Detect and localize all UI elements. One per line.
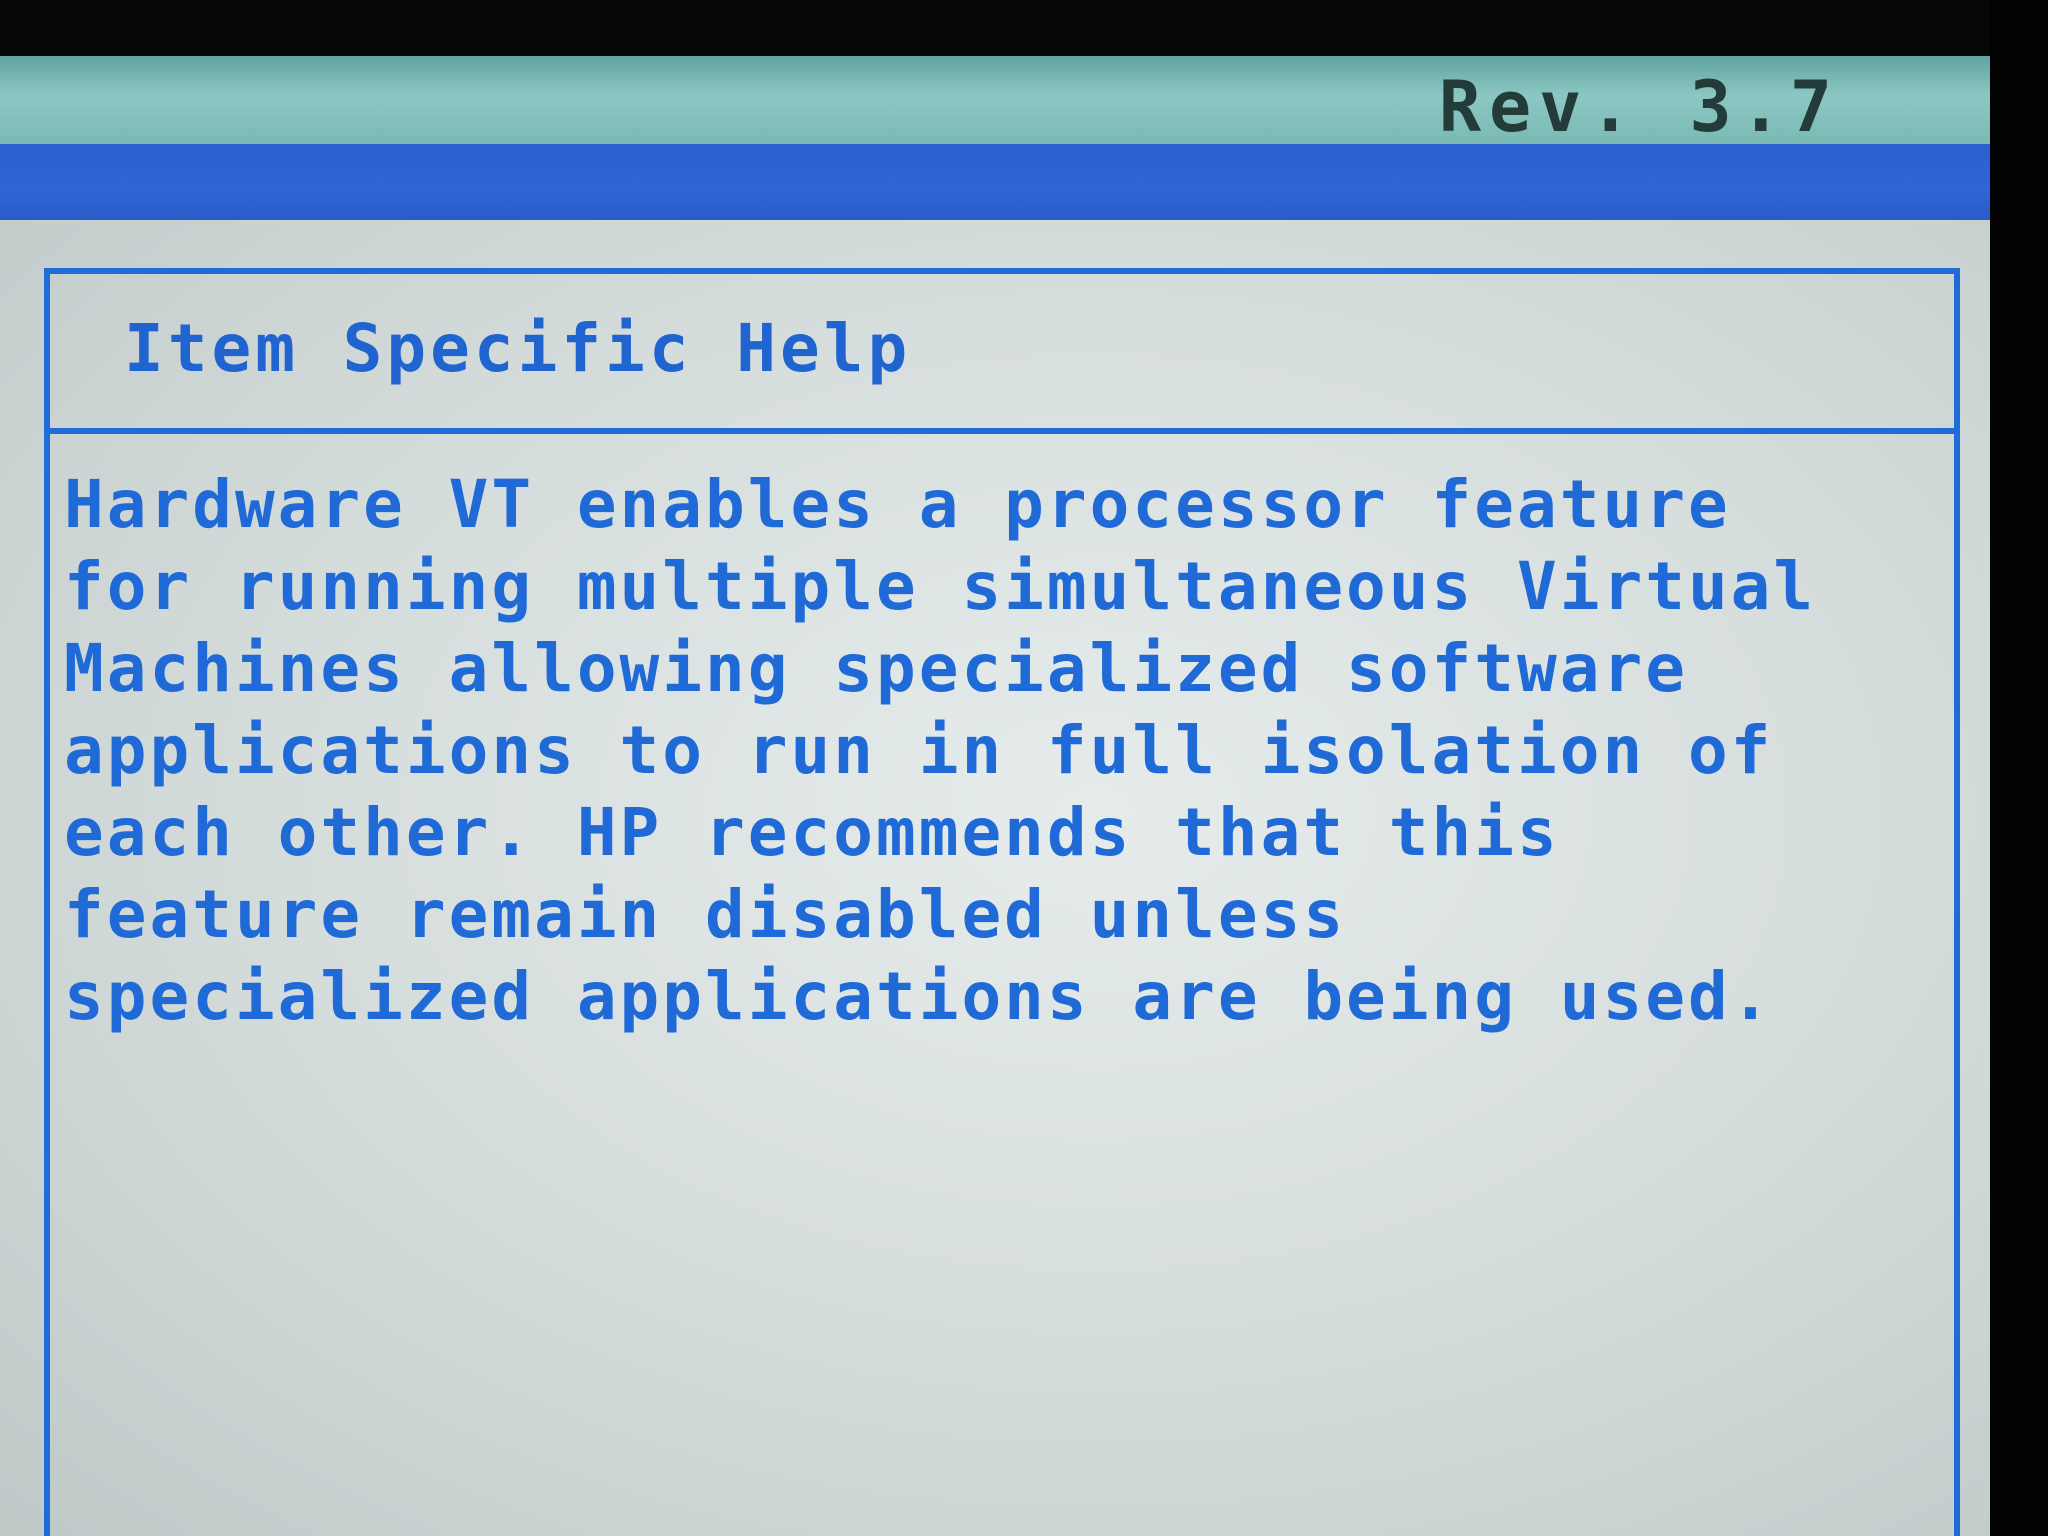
menu-bar [0,144,1990,220]
help-text-body: Hardware VT enables a processor feature … [64,464,1954,1038]
item-specific-help-panel: Item Specific Help Hardware VT enables a… [44,268,1960,1536]
help-panel-title: Item Specific Help [124,310,912,387]
bios-setup-screen: Rev. 3.7 Item Specific Help Hardware VT … [0,0,2048,1536]
bios-title-bar: Rev. 3.7 [0,56,1990,148]
help-text-line: each other. HP recommends that this [64,794,1560,871]
help-text-line: Hardware VT enables a processor feature [64,466,1731,543]
help-panel-header: Item Specific Help [50,274,1954,434]
monitor-bezel-right [1990,0,2048,1536]
monitor-bezel-top [0,0,2048,56]
help-text-line: specialized applications are being used. [64,958,1774,1035]
help-text-line: Machines allowing specialized software [64,630,1688,707]
help-text-line: applications to run in full isolation of [64,712,1774,789]
revision-label: Rev. 3.7 [1438,66,1840,148]
help-text-line: feature remain disabled unless [64,876,1347,953]
help-text-line: for running multiple simultaneous Virtua… [64,548,1817,625]
